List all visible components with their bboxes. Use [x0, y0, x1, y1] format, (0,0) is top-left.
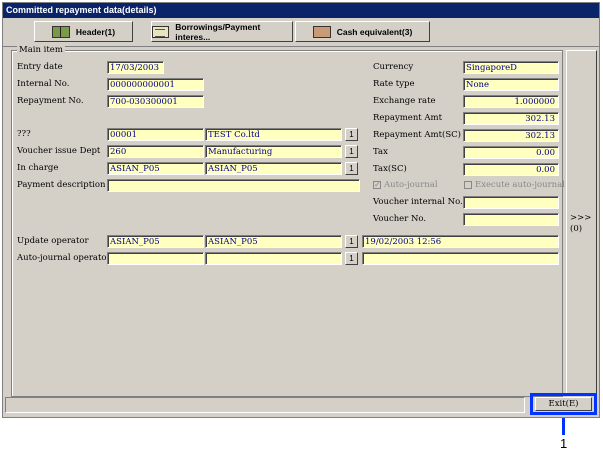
cash-icon: [312, 25, 331, 38]
voucher-no-label: Voucher No.: [373, 214, 427, 224]
tax-label: Tax: [373, 147, 388, 157]
in-charge-code-field[interactable]: ASIAN_P05: [107, 162, 204, 175]
auto-journal-operator-name-field[interactable]: [205, 252, 342, 265]
window-title: Committed repayment data(details): [3, 3, 599, 18]
exchange-rate-label: Exchange rate: [373, 96, 436, 106]
tab-cash-label: Cash equivalent(3): [336, 26, 413, 37]
tab-header[interactable]: Header(1): [34, 21, 133, 42]
main-window: Committed repayment data(details) Header…: [2, 2, 600, 418]
auto-journal-operator-lookup-button[interactable]: 1: [345, 252, 358, 265]
entry-date-field[interactable]: 17/03/2003: [107, 61, 164, 74]
internal-no-label: Internal No.: [17, 79, 70, 89]
exchange-rate-field[interactable]: 1.000000: [463, 95, 559, 108]
book-icon: [51, 25, 70, 38]
payment-desc-label: Payment description: [17, 180, 106, 190]
tax-sc-label: Tax(SC): [373, 164, 407, 174]
repayment-amt-field[interactable]: 302.13: [463, 112, 559, 125]
update-operator-code-field[interactable]: ASIAN_P05: [107, 235, 204, 248]
expand-side-button[interactable]: >>>(0): [566, 50, 597, 395]
execute-auto-journal-checkbox[interactable]: Execute auto-journal: [464, 180, 565, 190]
note-icon: [152, 25, 170, 38]
voucher-dept-name-field[interactable]: Manufacturing: [205, 145, 342, 158]
currency-label: Currency: [373, 62, 414, 72]
auto-journal-checkbox[interactable]: ✓ Auto-journal: [373, 180, 438, 190]
in-charge-lookup-button[interactable]: 1: [345, 162, 358, 175]
update-datetime-field[interactable]: 19/02/2003 12:56: [362, 235, 559, 248]
tax-sc-field[interactable]: 0.00: [463, 163, 559, 176]
entry-date-label: Entry date: [17, 62, 63, 72]
unknown-code-field[interactable]: 00001: [107, 128, 204, 141]
auto-journal-label: Auto-journal: [384, 180, 438, 190]
group-title: Main item: [17, 45, 65, 55]
execute-auto-journal-label: Execute auto-journal: [475, 180, 565, 190]
unknown-label: ???: [17, 129, 31, 139]
repayment-amt-label: Repayment Amt: [373, 113, 443, 123]
update-operator-label: Update operator: [17, 236, 89, 246]
auto-journal-datetime-field[interactable]: [362, 252, 559, 265]
repayment-no-field[interactable]: 700-030300001: [107, 95, 204, 108]
tab-borrowings-label: Borrowings/Payment interes...: [175, 21, 261, 42]
tax-field[interactable]: 0.00: [463, 146, 559, 159]
auto-journal-operator-code-field[interactable]: [107, 252, 204, 265]
callout-number: 1: [560, 436, 568, 451]
voucher-internal-no-field[interactable]: [463, 196, 559, 209]
repayment-amt-sc-field[interactable]: 302.13: [463, 129, 559, 142]
tab-bar: Header(1) Borrowings/Payment interes... …: [3, 18, 599, 47]
auto-journal-operator-label: Auto-journal operator: [17, 253, 111, 263]
unknown-lookup-button[interactable]: 1: [345, 128, 358, 141]
checkbox-empty-icon: [464, 181, 472, 189]
voucher-no-field[interactable]: [463, 213, 559, 226]
tab-cash-equivalent[interactable]: Cash equivalent(3): [295, 21, 430, 42]
rate-type-label: Rate type: [373, 79, 415, 89]
check-icon: ✓: [373, 180, 381, 189]
unknown-name-field[interactable]: TEST Co.ltd: [205, 128, 342, 141]
exit-button[interactable]: Exit(E): [535, 397, 592, 411]
repayment-amt-sc-label: Repayment Amt(SC): [373, 130, 461, 140]
in-charge-label: In charge: [17, 163, 59, 173]
exit-highlight: Exit(E): [530, 393, 597, 415]
in-charge-name-field[interactable]: ASIAN_P05: [205, 162, 342, 175]
repayment-no-label: Repayment No.: [17, 96, 84, 106]
rate-type-field[interactable]: None: [463, 78, 559, 91]
voucher-internal-no-label: Voucher internal No.: [373, 197, 463, 207]
payment-desc-field[interactable]: [107, 179, 360, 192]
tab-borrowings[interactable]: Borrowings/Payment interes...: [151, 21, 293, 42]
tab-header-label: Header(1): [75, 26, 116, 37]
expand-side-label: >>>(0): [570, 213, 592, 234]
voucher-dept-code-field[interactable]: 260: [107, 145, 204, 158]
callout-line: [562, 418, 565, 435]
update-operator-name-field[interactable]: ASIAN_P05: [205, 235, 342, 248]
voucher-dept-lookup-button[interactable]: 1: [345, 145, 358, 158]
currency-field[interactable]: SingaporeD: [463, 61, 559, 74]
internal-no-field[interactable]: 000000000001: [107, 78, 204, 91]
update-operator-lookup-button[interactable]: 1: [345, 235, 358, 248]
status-bar: [5, 397, 525, 413]
voucher-dept-label: Voucher issue Dept: [17, 146, 101, 156]
